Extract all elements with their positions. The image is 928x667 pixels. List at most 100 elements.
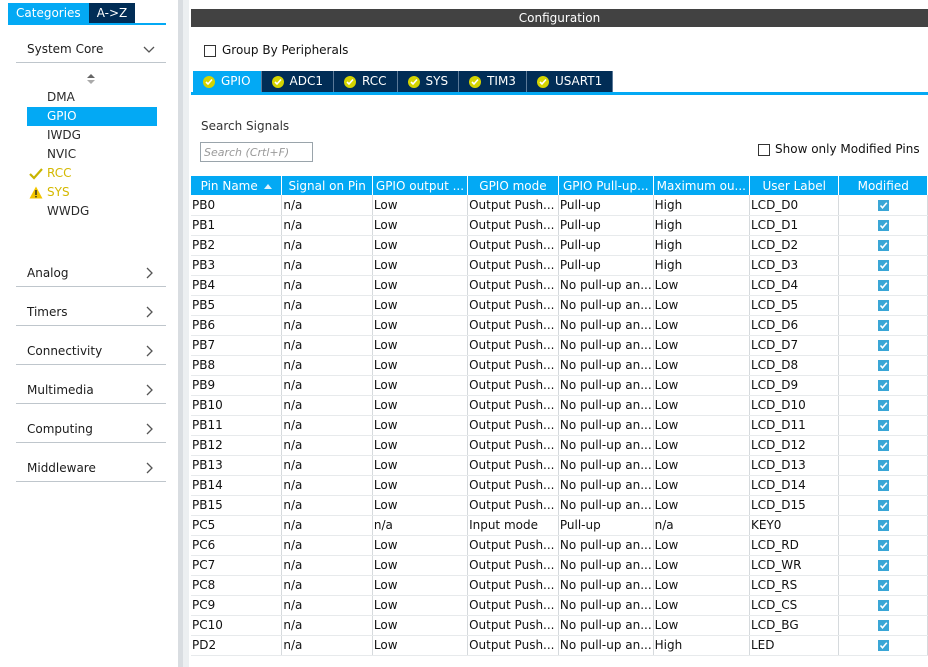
table-row[interactable]: PC5 n/a n/a Input mode Pull-up n/a KEY0: [191, 515, 928, 536]
cell-gpio-pull[interactable]: No pull-up an...: [558, 295, 654, 316]
cell-pin-name[interactable]: PB6: [191, 315, 283, 336]
cell-gpio-mode[interactable]: Output Push...: [467, 595, 559, 616]
cell-signal-on-pin[interactable]: n/a: [281, 435, 373, 456]
cell-pin-name[interactable]: PB15: [191, 495, 283, 516]
table-row[interactable]: PB9 n/a Low Output Push... No pull-up an... L…: [191, 375, 928, 396]
cell-gpio-mode[interactable]: Output Push...: [467, 275, 559, 296]
cell-signal-on-pin[interactable]: n/a: [281, 335, 373, 356]
cell-signal-on-pin[interactable]: n/a: [281, 255, 373, 276]
cell-user-label[interactable]: LCD_D5: [749, 295, 840, 316]
table-row[interactable]: PB10 n/a Low Output Push... No pull-up an...…: [191, 395, 928, 416]
cell-signal-on-pin[interactable]: n/a: [281, 275, 373, 296]
table-row[interactable]: PC6 n/a Low Output Push... No pull-up an... L…: [191, 535, 928, 556]
table-row[interactable]: PC10 n/a Low Output Push... No pull-up an...…: [191, 615, 928, 636]
cell-pin-name[interactable]: PC9: [191, 595, 283, 616]
table-row[interactable]: PB15 n/a Low Output Push... No pull-up an...…: [191, 495, 928, 516]
cell-gpio-pull[interactable]: No pull-up an...: [558, 595, 654, 616]
cell-maximum-output-speed[interactable]: Low: [653, 535, 751, 556]
table-row[interactable]: PB5 n/a Low Output Push... No pull-up an... L…: [191, 295, 928, 316]
cell-gpio-output-level[interactable]: Low: [372, 495, 469, 516]
cell-user-label[interactable]: LCD_D14: [749, 475, 840, 496]
cell-user-label[interactable]: LCD_RD: [749, 535, 840, 556]
cell-user-label[interactable]: LCD_D2: [749, 235, 840, 256]
cell-gpio-mode[interactable]: Output Push...: [467, 495, 559, 516]
cell-signal-on-pin[interactable]: n/a: [281, 355, 373, 376]
cell-gpio-pull[interactable]: No pull-up an...: [558, 395, 654, 416]
cell-pin-name[interactable]: PC7: [191, 555, 283, 576]
cell-pin-name[interactable]: PB4: [191, 275, 283, 296]
cell-gpio-pull[interactable]: Pull-up: [558, 235, 654, 256]
table-row[interactable]: PB7 n/a Low Output Push... No pull-up an... L…: [191, 335, 928, 356]
cell-pin-name[interactable]: PB14: [191, 475, 283, 496]
tab-adc1[interactable]: ADC1: [261, 71, 334, 92]
cell-signal-on-pin[interactable]: n/a: [281, 475, 373, 496]
cell-user-label[interactable]: LCD_D8: [749, 355, 840, 376]
cell-maximum-output-speed[interactable]: Low: [653, 575, 751, 596]
cell-user-label[interactable]: LCD_CS: [749, 595, 840, 616]
cell-pin-name[interactable]: PB10: [191, 395, 283, 416]
cell-pin-name[interactable]: PC8: [191, 575, 283, 596]
column-header-modified[interactable]: Modified: [838, 176, 928, 195]
cell-maximum-output-speed[interactable]: High: [653, 255, 751, 276]
cell-gpio-mode[interactable]: Output Push...: [467, 215, 559, 236]
cell-maximum-output-speed[interactable]: Low: [653, 595, 751, 616]
table-row[interactable]: PB3 n/a Low Output Push... Pull-up High LCD_D3: [191, 255, 928, 276]
tab-rcc[interactable]: RCC: [334, 71, 398, 92]
cell-gpio-output-level[interactable]: Low: [372, 635, 469, 656]
cell-pin-name[interactable]: PB3: [191, 255, 283, 276]
sidebar-item-nvic[interactable]: NVIC: [27, 145, 157, 164]
cell-gpio-mode[interactable]: Output Push...: [467, 435, 559, 456]
table-row[interactable]: PB12 n/a Low Output Push... No pull-up an...…: [191, 435, 928, 456]
table-row[interactable]: PB11 n/a Low Output Push... No pull-up an...…: [191, 415, 928, 436]
cell-user-label[interactable]: LCD_D15: [749, 495, 840, 516]
category-connectivity[interactable]: Connectivity: [16, 340, 166, 365]
table-row[interactable]: PB4 n/a Low Output Push... No pull-up an... L…: [191, 275, 928, 296]
table-row[interactable]: PB2 n/a Low Output Push... Pull-up High LCD_D2: [191, 235, 928, 256]
cell-signal-on-pin[interactable]: n/a: [281, 395, 373, 416]
cell-maximum-output-speed[interactable]: Low: [653, 555, 751, 576]
cell-gpio-mode[interactable]: Output Push...: [467, 195, 559, 216]
cell-gpio-mode[interactable]: Output Push...: [467, 615, 559, 636]
cell-gpio-mode[interactable]: Output Push...: [467, 335, 559, 356]
cell-maximum-output-speed[interactable]: Low: [653, 435, 751, 456]
cell-signal-on-pin[interactable]: n/a: [281, 535, 373, 556]
cell-gpio-output-level[interactable]: Low: [372, 235, 469, 256]
cell-gpio-pull[interactable]: No pull-up an...: [558, 355, 654, 376]
column-header-signal[interactable]: Signal on Pin: [281, 176, 373, 195]
column-header-user-label[interactable]: User Label: [749, 176, 840, 195]
cell-signal-on-pin[interactable]: n/a: [281, 555, 373, 576]
cell-pin-name[interactable]: PB5: [191, 295, 283, 316]
cell-signal-on-pin[interactable]: n/a: [281, 575, 373, 596]
cell-gpio-pull[interactable]: Pull-up: [558, 515, 654, 536]
sidebar-item-rcc[interactable]: RCC: [27, 164, 157, 183]
cell-maximum-output-speed[interactable]: High: [653, 235, 751, 256]
cell-gpio-mode[interactable]: Output Push...: [467, 475, 559, 496]
cell-gpio-output-level[interactable]: Low: [372, 435, 469, 456]
cell-signal-on-pin[interactable]: n/a: [281, 595, 373, 616]
cell-pin-name[interactable]: PB0: [191, 195, 283, 216]
cell-signal-on-pin[interactable]: n/a: [281, 615, 373, 636]
tab-usart1[interactable]: USART1: [526, 71, 614, 92]
table-row[interactable]: PB8 n/a Low Output Push... No pull-up an... L…: [191, 355, 928, 376]
cell-gpio-output-level[interactable]: Low: [372, 575, 469, 596]
checkbox-box[interactable]: [204, 44, 216, 57]
cell-gpio-output-level[interactable]: Low: [372, 375, 469, 396]
cell-gpio-mode[interactable]: Output Push...: [467, 415, 559, 436]
cell-signal-on-pin[interactable]: n/a: [281, 215, 373, 236]
cell-pin-name[interactable]: PD2: [191, 635, 283, 656]
table-row[interactable]: PB14 n/a Low Output Push... No pull-up an...…: [191, 475, 928, 496]
tab-tim3[interactable]: TIM3: [459, 71, 527, 92]
cell-maximum-output-speed[interactable]: Low: [653, 275, 751, 296]
cell-maximum-output-speed[interactable]: Low: [653, 335, 751, 356]
cell-gpio-output-level[interactable]: Low: [372, 615, 469, 636]
cell-gpio-pull[interactable]: No pull-up an...: [558, 275, 654, 296]
cell-user-label[interactable]: LCD_D4: [749, 275, 840, 296]
cell-user-label[interactable]: LCD_D1: [749, 215, 840, 236]
cell-signal-on-pin[interactable]: n/a: [281, 195, 373, 216]
cell-maximum-output-speed[interactable]: Low: [653, 475, 751, 496]
cell-pin-name[interactable]: PC5: [191, 515, 283, 536]
cell-gpio-pull[interactable]: No pull-up an...: [558, 535, 654, 556]
category-analog[interactable]: Analog: [16, 262, 166, 287]
column-header-gpio-pull[interactable]: GPIO Pull-up...: [558, 176, 654, 195]
category-computing[interactable]: Computing: [16, 418, 166, 443]
